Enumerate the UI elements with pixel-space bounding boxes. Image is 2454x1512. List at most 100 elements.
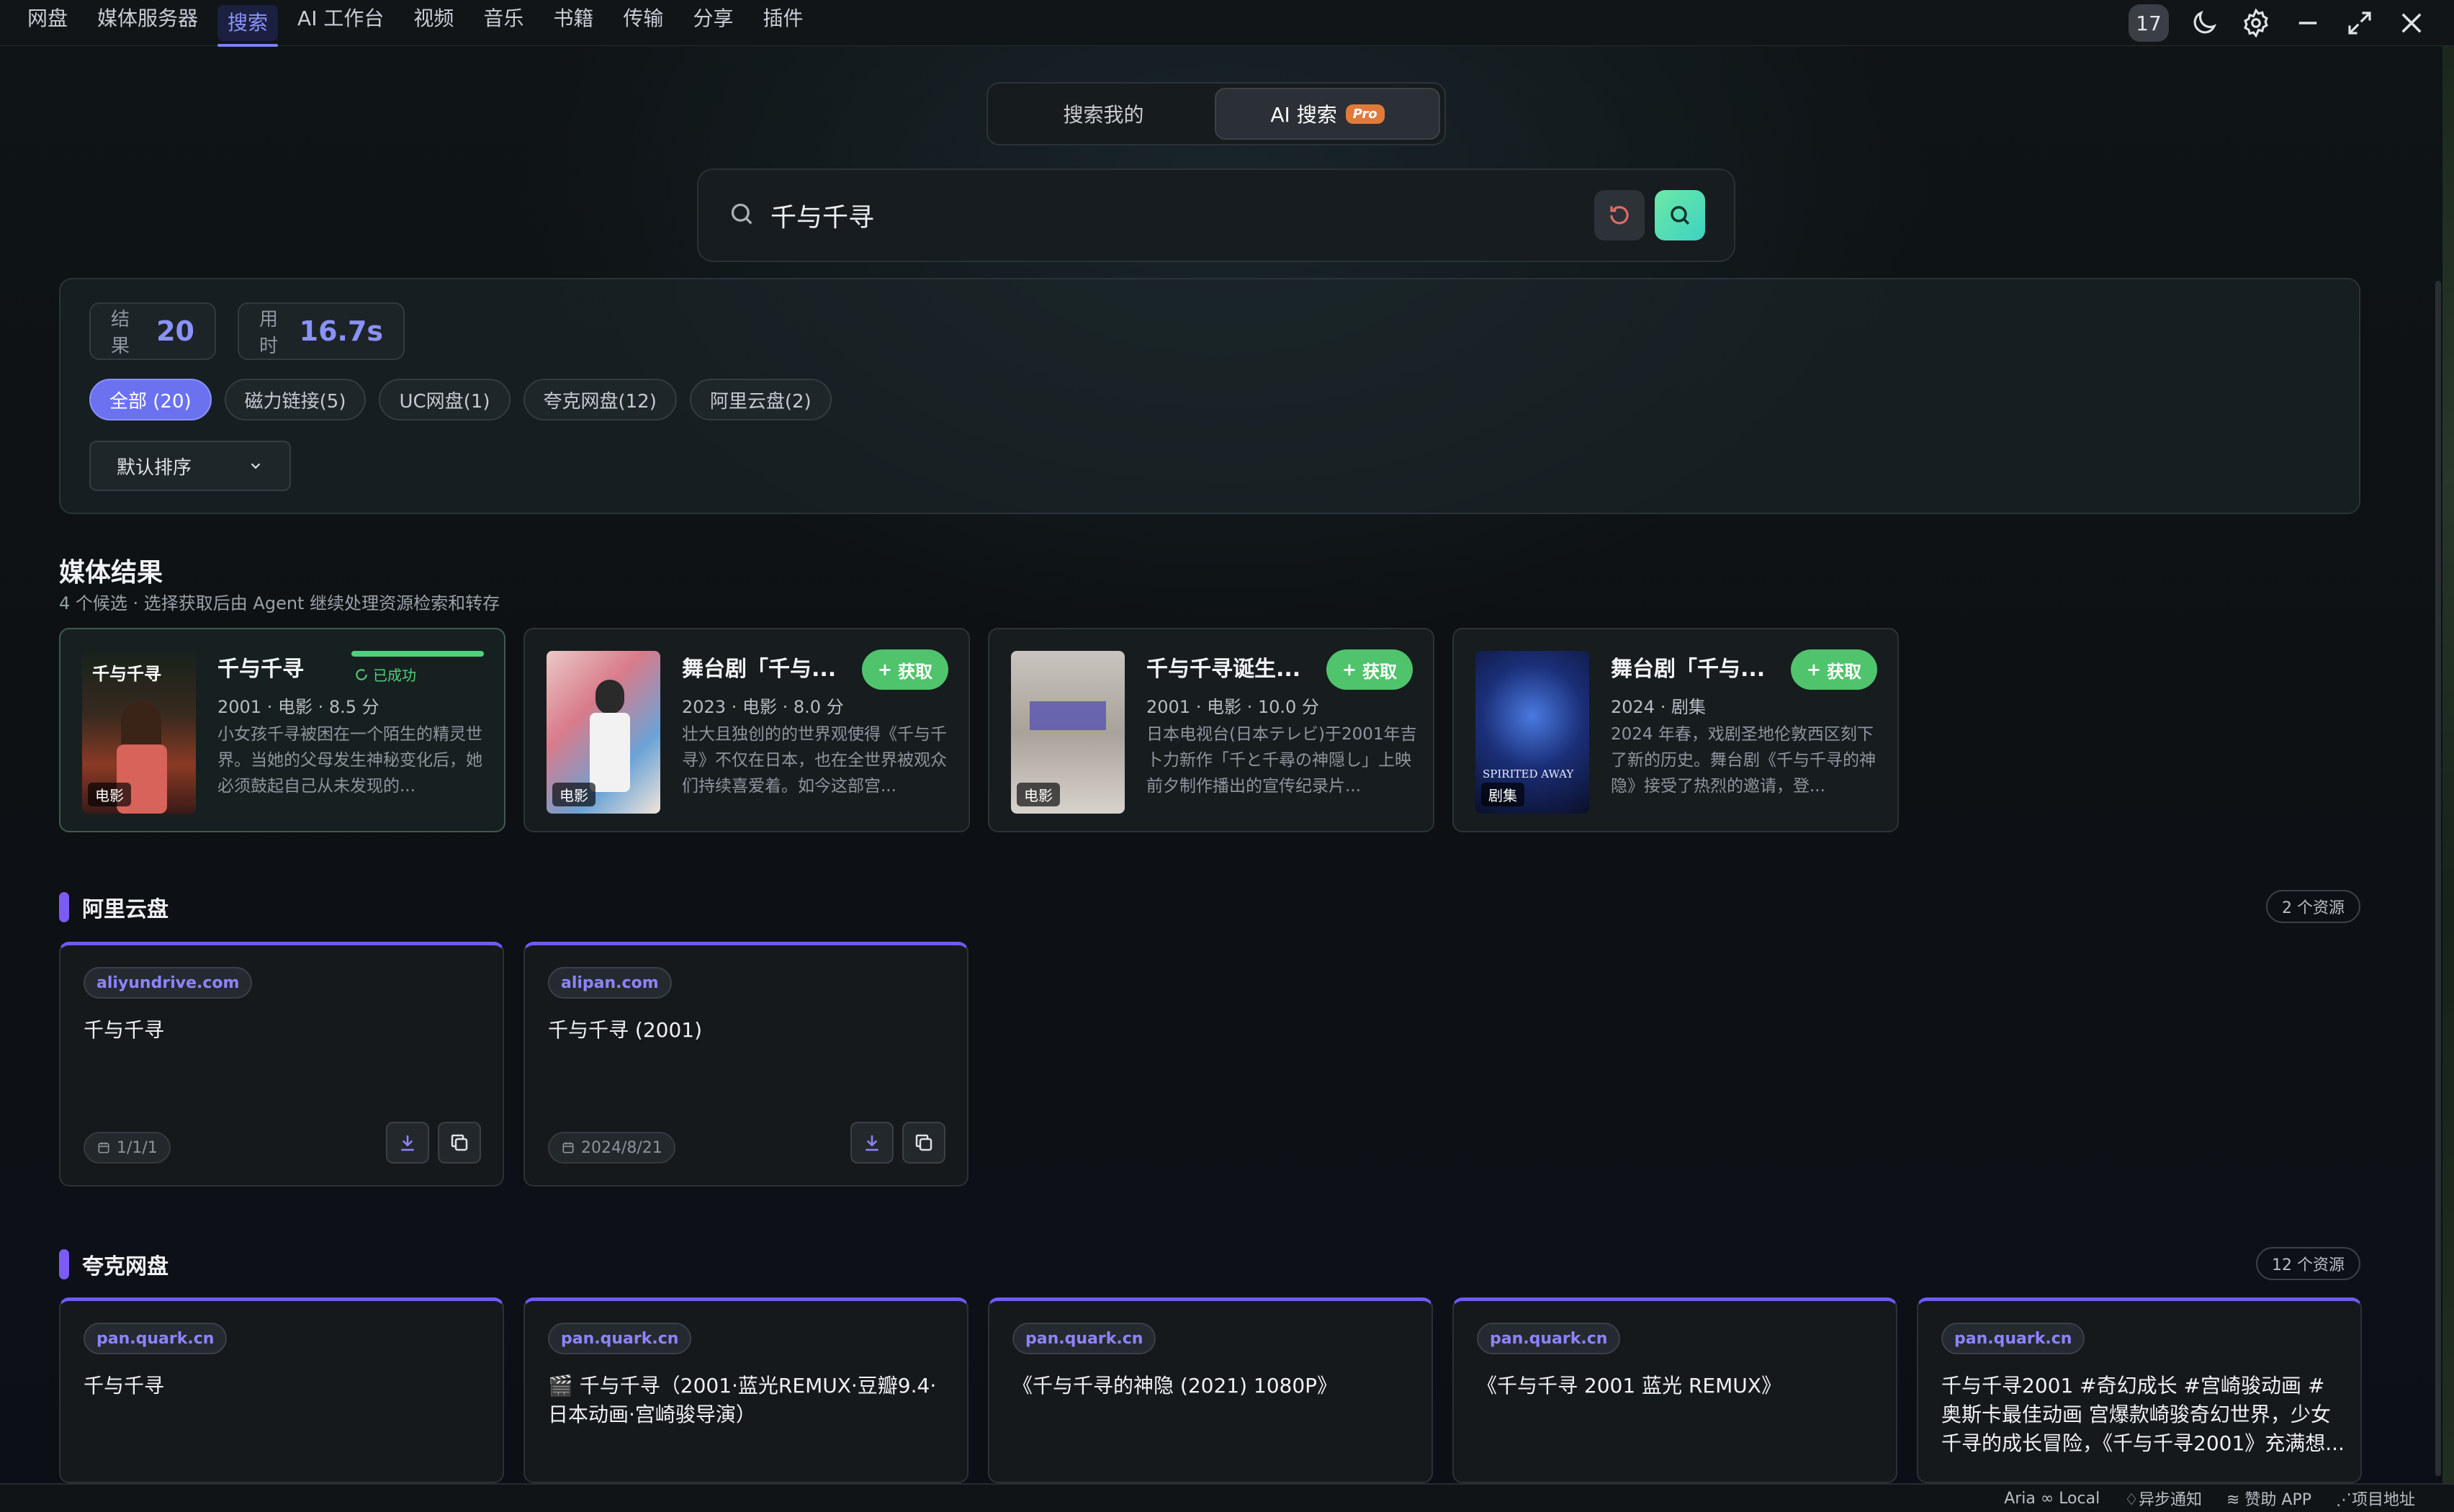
nav-item-search[interactable]: 搜索 — [217, 4, 279, 47]
media-card[interactable]: SPIRITED AWAY 剧集 舞台剧「千与... + 获取 2024 · 剧集… — [1452, 628, 1899, 832]
resource-domain: aliyundrive.com — [84, 967, 253, 999]
results-summary-panel: 结果 20 用时 16.7s 全部 (20) 磁力链接(5) UC网盘(1) 夸… — [59, 278, 2360, 514]
media-meta: 2001 · 电影 · 10.0 分 — [1146, 697, 1319, 717]
media-title: 舞台剧「千与... — [1611, 657, 1766, 682]
fetch-button[interactable]: + 获取 — [1326, 649, 1413, 690]
search-input[interactable] — [770, 200, 1584, 230]
chevron-down-icon — [251, 463, 261, 469]
filter-chip-magnet[interactable]: 磁力链接(5) — [224, 379, 367, 420]
media-card[interactable]: 电影 千与千寻诞生... + 获取 2001 · 电影 · 10.0 分 日本电视… — [988, 628, 1434, 832]
filter-chip-all[interactable]: 全部 (20) — [89, 379, 212, 420]
search-icon — [727, 199, 756, 231]
fetch-button[interactable]: + 获取 — [1790, 649, 1877, 690]
resource-domain: pan.quark.cn — [1941, 1323, 2085, 1354]
media-title: 千与千寻诞生... — [1146, 657, 1301, 682]
maximize-icon[interactable] — [2343, 6, 2376, 40]
copy-icon — [915, 1134, 932, 1151]
mode-ai-search[interactable]: AI 搜索 Pro — [1215, 88, 1440, 140]
plus-icon: + — [1806, 660, 1821, 680]
plus-icon: + — [877, 660, 892, 680]
resource-title: 《千与千寻 2001 蓝光 REMUX》 — [1477, 1374, 1781, 1398]
poster-image: 电影 — [547, 651, 660, 814]
copy-button[interactable] — [438, 1122, 481, 1164]
nav-item-netdisk[interactable]: 网盘 — [27, 0, 68, 46]
search-mode-toggle: 搜索我的 AI 搜索 Pro — [986, 82, 1446, 145]
source-filter-chips: 全部 (20) 磁力链接(5) UC网盘(1) 夸克网盘(12) 阿里云盘(2) — [89, 379, 832, 420]
moon-icon[interactable] — [2188, 6, 2221, 40]
nav-item-plugins[interactable]: 插件 — [763, 0, 803, 46]
reset-button[interactable] — [1594, 190, 1645, 240]
resource-card[interactable]: aliyundrive.com 千与千寻 1/1/1 — [59, 942, 504, 1187]
media-description: 日本电视台(日本テレビ)于2001年吉卜力新作「千と千尋の神隠し」上映前夕制作播… — [1146, 725, 1417, 796]
fetch-button[interactable]: + 获取 — [861, 649, 948, 690]
download-button[interactable] — [850, 1122, 894, 1164]
elapsed-time-stat: 用时 16.7s — [238, 302, 405, 360]
bell-icon: ♢ — [2124, 1491, 2139, 1509]
nav-item-share[interactable]: 分享 — [693, 0, 733, 46]
fetch-button-label: 获取 — [1827, 661, 1861, 682]
project-link[interactable]: ⋰项目地址 — [2336, 1487, 2415, 1510]
success-status-text: 已成功 — [373, 667, 416, 684]
pro-badge: Pro — [1345, 104, 1385, 124]
project-link-label: 项目地址 — [2351, 1491, 2415, 1509]
download-icon — [401, 1135, 414, 1151]
resource-card[interactable]: pan.quark.cn 🎬 千与千寻（2001·蓝光REMUX·豆瓣9.4·日… — [523, 1297, 968, 1483]
resource-card[interactable]: pan.quark.cn 《千与千寻的神隐 (2021) 1080P》 — [988, 1297, 1433, 1483]
resource-domain: pan.quark.cn — [84, 1323, 228, 1354]
nav-item-books[interactable]: 书籍 — [553, 0, 593, 46]
nav-item-music[interactable]: 音乐 — [483, 0, 523, 46]
fetch-button-label: 获取 — [1362, 661, 1397, 682]
quark-group-header: 夸克网盘 — [59, 1248, 168, 1280]
sponsor-app-link[interactable]: ≋ 赞助 APP — [2226, 1487, 2311, 1510]
poster-image: 千与千寻 电影 — [82, 651, 196, 814]
results-count-value: 20 — [156, 315, 194, 347]
resource-date: 2024/8/21 — [548, 1132, 675, 1164]
media-meta: 2001 · 电影 · 8.5 分 — [217, 697, 379, 717]
rss-icon: ⋰ — [2335, 1491, 2352, 1509]
resource-title: 千与千寻2001 #奇幻成长 #宫崎骏动画 #奥斯卡最佳动画 宫爆款崎骏奇幻世界… — [1941, 1374, 2345, 1455]
search-box — [697, 168, 1735, 262]
filter-chip-uc[interactable]: UC网盘(1) — [379, 379, 511, 420]
async-notify-label: 异步通知 — [2138, 1491, 2202, 1509]
nav-item-video[interactable]: 视频 — [413, 0, 454, 46]
success-status: 已成功 — [354, 664, 416, 685]
scrollbar[interactable] — [2435, 281, 2441, 1476]
filter-chip-quark[interactable]: 夸克网盘(12) — [523, 379, 677, 420]
search-submit-button[interactable] — [1655, 190, 1705, 240]
top-nav-bar: 网盘 媒体服务器 搜索 AI 工作台 视频 音乐 书籍 传输 分享 插件 17 — [0, 0, 2454, 47]
aria-local-status[interactable]: Aria ∞ Local — [2004, 1490, 2100, 1508]
resource-title: 🎬 千与千寻（2001·蓝光REMUX·豆瓣9.4·日本动画·宫崎骏导演） — [548, 1374, 937, 1426]
sponsor-app-label: 赞助 APP — [2244, 1491, 2311, 1509]
resource-title: 千与千寻 — [84, 1374, 165, 1398]
poster-type-tag: 电影 — [552, 783, 595, 806]
poster-type-tag: 电影 — [88, 783, 131, 806]
download-button[interactable] — [386, 1122, 429, 1164]
media-card[interactable]: 电影 舞台剧「千与... + 获取 2023 · 电影 · 8.0 分 壮大且独创… — [523, 628, 970, 832]
resource-card[interactable]: pan.quark.cn 千与千寻 — [59, 1297, 504, 1483]
async-notify-link[interactable]: ♢异步通知 — [2124, 1487, 2202, 1510]
nav-item-transfer[interactable]: 传输 — [623, 0, 663, 46]
resource-date-text: 1/1/1 — [117, 1138, 158, 1157]
media-description: 2024 年春，戏剧圣地伦敦西区刻下了新的历史。舞台剧《千与千寻的神隐》接受了热… — [1611, 725, 1876, 796]
media-results-title: 媒体结果 — [59, 558, 163, 588]
resource-card[interactable]: pan.quark.cn 千与千寻2001 #奇幻成长 #宫崎骏动画 #奥斯卡最… — [1917, 1297, 2362, 1483]
quark-resource-count: 12 个资源 — [2256, 1247, 2360, 1280]
minimize-icon[interactable] — [2291, 6, 2324, 40]
gear-icon[interactable] — [2239, 6, 2273, 40]
sort-select[interactable]: 默认排序 — [89, 441, 291, 491]
notification-count-badge[interactable]: 17 — [2129, 4, 2169, 42]
mode-search-mine[interactable]: 搜索我的 — [992, 88, 1215, 140]
copy-icon — [451, 1134, 468, 1151]
resource-card[interactable]: alipan.com 千与千寻 (2001) 2024/8/21 — [523, 942, 968, 1187]
nav-item-ai-workbench[interactable]: AI 工作台 — [297, 0, 384, 46]
calendar-icon — [98, 1142, 109, 1153]
close-icon[interactable] — [2395, 6, 2428, 40]
nav-item-media-server[interactable]: 媒体服务器 — [97, 0, 198, 46]
aliyun-group-name: 阿里云盘 — [82, 897, 168, 922]
media-card[interactable]: 千与千寻 电影 千与千寻 已成功 2001 · 电影 · 8.5 分 小女孩千寻… — [59, 628, 505, 832]
media-meta: 2023 · 电影 · 8.0 分 — [682, 697, 844, 717]
resource-card[interactable]: pan.quark.cn 《千与千寻 2001 蓝光 REMUX》 — [1452, 1297, 1897, 1483]
filter-chip-aliyun[interactable]: 阿里云盘(2) — [689, 379, 832, 420]
fetch-button-label: 获取 — [898, 661, 932, 682]
copy-button[interactable] — [902, 1122, 945, 1164]
